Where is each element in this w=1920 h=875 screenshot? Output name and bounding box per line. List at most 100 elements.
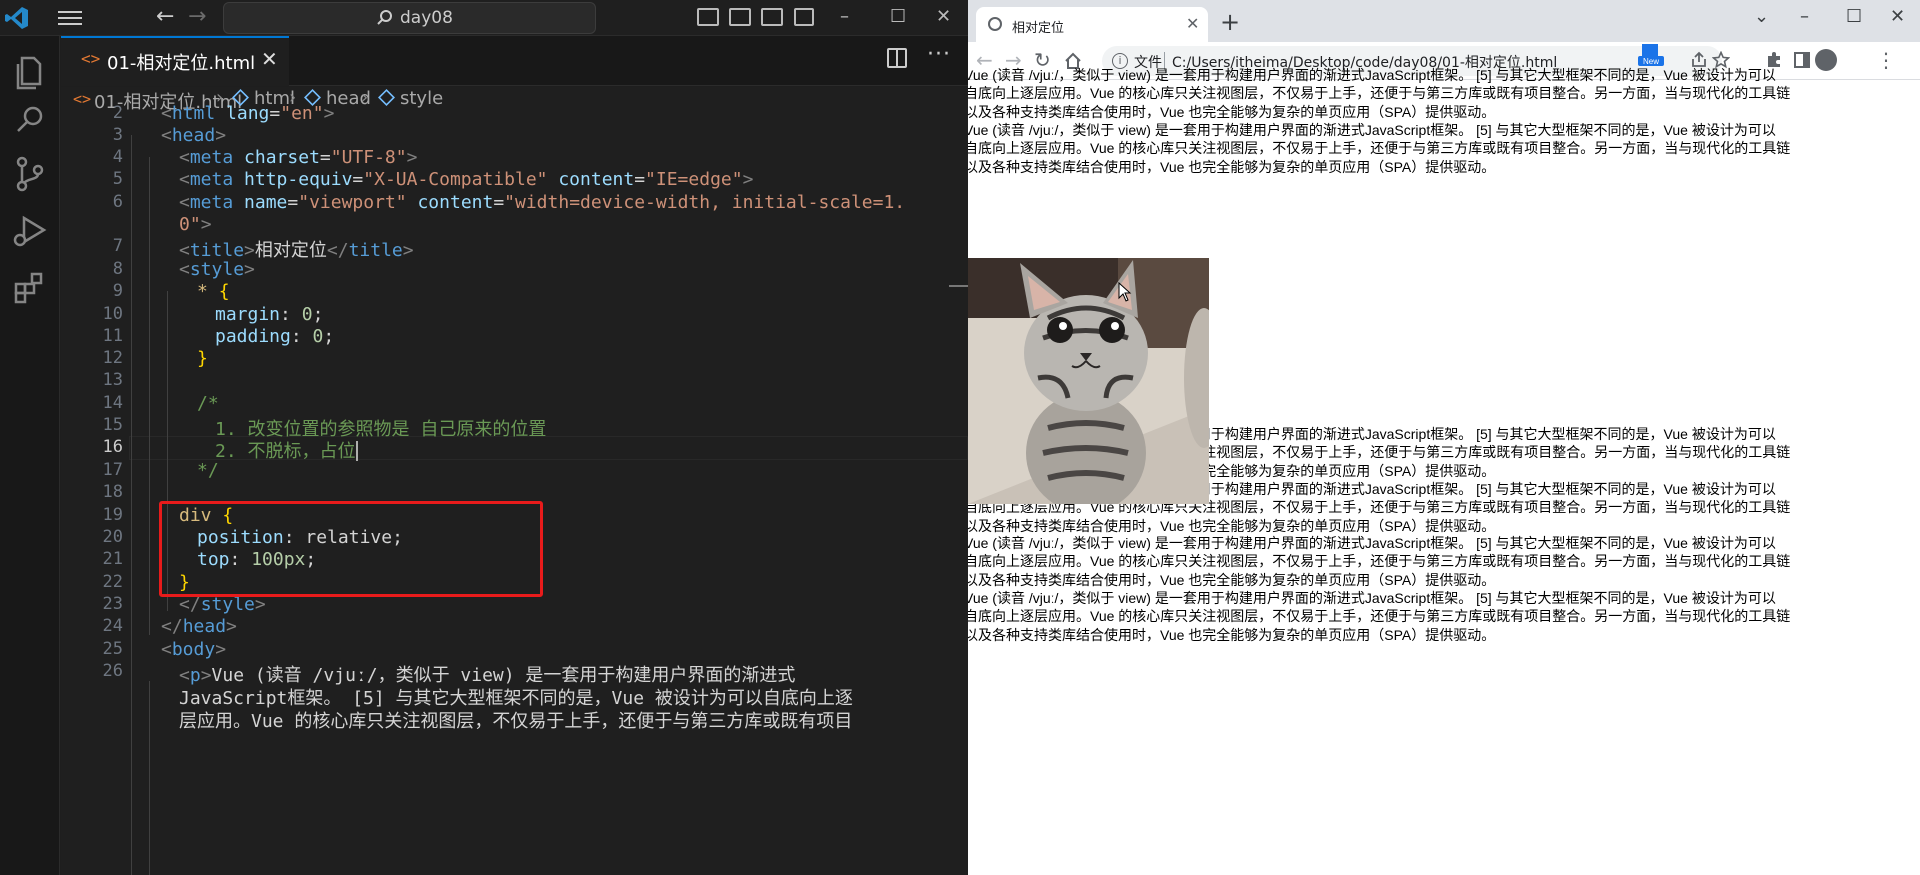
browser-tab-strip: 相对定位 ✕ + ⌄ – ☐ ✕ [968, 0, 1920, 42]
close-window-icon[interactable]: ✕ [936, 6, 951, 27]
close-window-icon[interactable]: ✕ [1890, 6, 1905, 27]
globe-icon [988, 17, 1002, 31]
code-line: <body> [161, 639, 227, 660]
code-line-wrap: 0"> [179, 214, 212, 235]
paragraph-line: Vue (读音 /vjuː/，类似于 view) 是一套用于构建用户界面的渐进式… [968, 67, 1776, 83]
html-file-icon: <> [81, 49, 101, 68]
browser-tab-title: 相对定位 [1012, 21, 1065, 36]
line-number: 24 [102, 616, 123, 636]
tab-01-relative-position[interactable]: <> 01-相对定位.html ✕ [61, 36, 289, 86]
split-editor-icon[interactable] [887, 48, 907, 68]
run-debug-icon[interactable] [8, 208, 52, 252]
code-line: } [197, 348, 208, 369]
line-number: 10 [102, 304, 123, 324]
line-number: 19 [102, 505, 123, 525]
toggle-primary-sidebar-icon[interactable] [697, 8, 719, 26]
explorer-icon[interactable] [8, 50, 52, 94]
line-number: 20 [102, 527, 123, 547]
line-number: 26 [102, 661, 123, 681]
code-line: <meta charset="UTF-8"> [179, 147, 418, 168]
command-center-search[interactable]: day08 [223, 2, 596, 34]
search-icon[interactable] [8, 98, 52, 142]
toggle-secondary-sidebar-icon[interactable] [761, 8, 783, 26]
line-number: 13 [102, 370, 123, 390]
line-number: 15 [102, 415, 123, 435]
minimize-icon[interactable]: – [840, 6, 849, 27]
code-line: * { [197, 281, 230, 302]
paragraph-line: 以及各种支持类库结合使用时，Vue 也完全能够为复杂的单页应用（SPA）提供驱动… [968, 571, 1496, 588]
customize-layout-icon[interactable] [794, 8, 814, 26]
paragraph-line: Vue (读音 /vjuː/，类似于 view) 是一套用于构建用户界面的渐进式… [968, 590, 1776, 606]
code-line: */ [197, 460, 219, 481]
vscode-logo-icon[interactable] [4, 5, 30, 31]
minimize-icon[interactable]: – [1800, 6, 1809, 27]
hamburger-menu-icon[interactable] [58, 8, 82, 28]
line-number: 23 [102, 594, 123, 614]
maximize-icon[interactable]: ☐ [890, 6, 906, 27]
line-number: 6 [112, 192, 123, 212]
source-control-icon[interactable] [8, 152, 52, 196]
code-line-wrap: 层应用。Vue 的核心库只关注视图层，不仅易于上手，还便于与第三方库或既有项目 [179, 711, 853, 732]
line-number: 4 [112, 147, 123, 167]
line-number: 7 [112, 236, 123, 256]
paragraph-line: 自底向上逐层应用。Vue 的核心库只关注视图层，不仅易于上手，还便于与第三方库或… [968, 140, 1791, 157]
paragraph-line: 自底向上逐层应用。Vue 的核心库只关注视图层，不仅易于上手，还便于与第三方库或… [968, 608, 1791, 625]
forward-arrow-icon[interactable]: → [188, 6, 206, 28]
mouse-cursor-icon [1118, 282, 1132, 302]
close-tab-icon[interactable]: ✕ [261, 47, 278, 71]
tab-label: 01-相对定位.html [107, 53, 256, 74]
indent-guide [131, 135, 132, 875]
line-number: 8 [112, 259, 123, 279]
code-line: /* [197, 393, 219, 414]
code-line: <meta name="viewport" content="width=dev… [179, 192, 906, 213]
browser-tab[interactable]: 相对定位 ✕ [976, 7, 1208, 42]
kitten-illustration [968, 258, 1209, 504]
line-number: 25 [102, 639, 123, 659]
search-label: day08 [400, 8, 453, 28]
rendered-page: Vue (读音 /vjuː/，类似于 view) 是一套用于构建用户界面的渐进式… [968, 67, 1920, 875]
line-number: 2 [112, 103, 123, 123]
new-badge-label: New [1643, 57, 1659, 66]
toggle-panel-icon[interactable] [729, 8, 751, 26]
line-number: 9 [112, 281, 123, 301]
kitten-image [968, 258, 1209, 504]
code-line: </head> [161, 616, 237, 637]
highlight-annotation-box [159, 501, 543, 597]
paragraph-line: Vue (读音 /vjuː/，类似于 view) 是一套用于构建用户界面的渐进式… [968, 122, 1776, 138]
paragraph: Vue (读音 /vjuː/，类似于 view) 是一套用于构建用户界面的渐进式… [968, 589, 1914, 644]
breadcrumb-style[interactable]: style [378, 88, 443, 109]
code-line: margin: 0; [215, 304, 324, 325]
text-cursor [355, 441, 358, 461]
editor-tab-bar: <> 01-相对定位.html ✕ ··· [61, 36, 968, 86]
paragraph-line: 以及各种支持类库结合使用时，Vue 也完全能够为复杂的单页应用（SPA）提供驱动… [968, 158, 1496, 175]
new-extension-icon[interactable]: New [1638, 44, 1664, 66]
paragraph-line: Vue (读音 /vjuː/，类似于 view) 是一套用于构建用户界面的渐进式… [968, 535, 1776, 551]
code-line: 2. 不脱标，占位 [215, 441, 358, 462]
paragraph-line: 自底向上逐层应用。Vue 的核心库只关注视图层，不仅易于上手，还便于与第三方库或… [968, 553, 1791, 570]
code-line: <head> [161, 125, 227, 146]
line-number: 5 [112, 169, 123, 189]
search-icon [377, 10, 392, 25]
more-actions-icon[interactable]: ··· [927, 42, 951, 67]
line-number: 18 [102, 482, 123, 502]
paragraph: Vue (读音 /vjuː/，类似于 view) 是一套用于构建用户界面的渐进式… [968, 534, 1914, 589]
chrome-window: 相对定位 ✕ + ⌄ – ☐ ✕ ← → ↻ i 文件 C:/Users/ith… [968, 0, 1920, 875]
code-editor[interactable]: 2 3 4 5 6 7 8 9 10 11 12 13 14 15 16 17 … [61, 103, 968, 875]
line-number: 17 [102, 460, 123, 480]
tab-search-chevron-icon[interactable]: ⌄ [1754, 6, 1769, 27]
indent-guide [149, 157, 150, 635]
indent-guide [149, 681, 150, 875]
paragraph: Vue (读音 /vjuː/，类似于 view) 是一套用于构建用户界面的渐进式… [968, 121, 1914, 176]
paragraph-line: 以及各种支持类库结合使用时，Vue 也完全能够为复杂的单页应用（SPA）提供驱动… [968, 626, 1496, 643]
element-icon [378, 89, 395, 106]
maximize-icon[interactable]: ☐ [1846, 6, 1862, 27]
code-line: padding: 0; [215, 326, 335, 347]
paragraph-line: 自底向上逐层应用。Vue 的核心库只关注视图层，不仅易于上手，还便于与第三方库或… [968, 85, 1791, 102]
line-number: 21 [102, 549, 123, 569]
close-tab-icon[interactable]: ✕ [1186, 14, 1199, 33]
extensions-icon[interactable] [8, 266, 52, 310]
line-number: 3 [112, 125, 123, 145]
line-number: 11 [102, 326, 123, 346]
new-tab-button[interactable]: + [1220, 8, 1240, 36]
back-arrow-icon[interactable]: ← [156, 6, 174, 28]
